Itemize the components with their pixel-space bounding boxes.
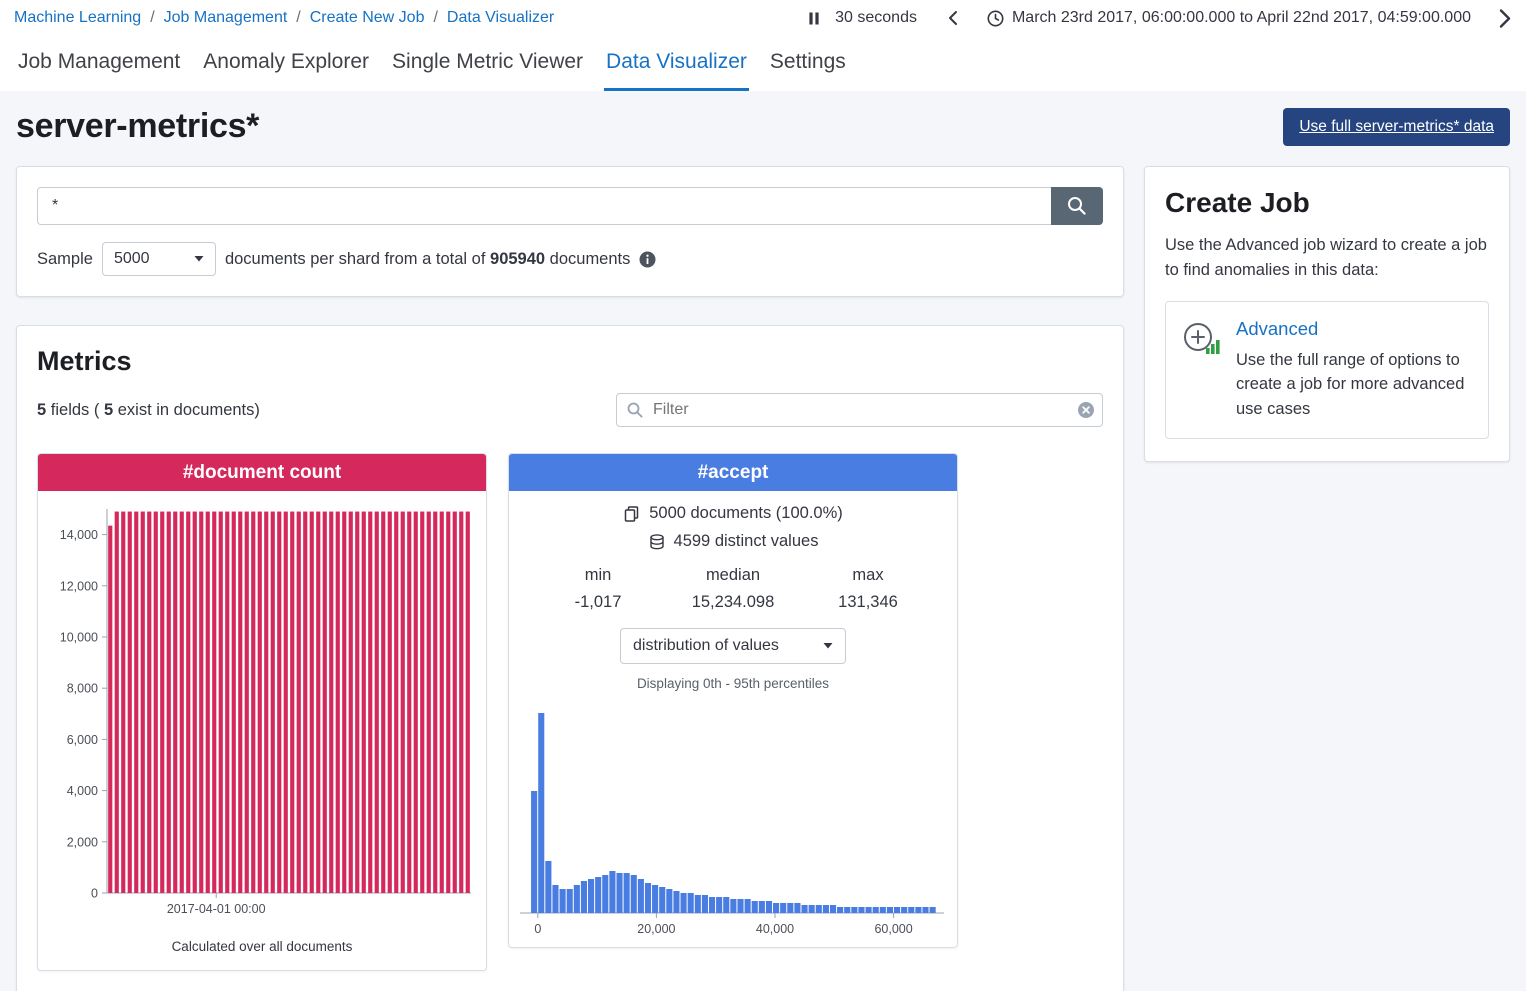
filter-clear-button[interactable] (1077, 401, 1095, 419)
tab-single-metric-viewer[interactable]: Single Metric Viewer (390, 46, 585, 91)
sample-label: Sample (37, 250, 93, 269)
max-value: 131,346 (808, 593, 928, 612)
svg-text:12,000: 12,000 (60, 579, 98, 593)
advanced-description: Use the full range of options to create … (1236, 348, 1474, 422)
pause-icon (807, 11, 821, 26)
distribution-select[interactable]: distribution of values (620, 628, 846, 664)
time-picker-bar: 30 seconds March 23rd 2017, 06:00:00.000… (807, 8, 1512, 29)
svg-text:6,000: 6,000 (67, 733, 98, 747)
accept-header: #accept (509, 454, 957, 491)
refresh-interval-label[interactable]: 30 seconds (835, 9, 917, 27)
accept-distinct-text: 4599 distinct values (674, 532, 819, 551)
sample-description: documents per shard from a total of 9059… (225, 250, 630, 269)
chevron-right-icon (1497, 8, 1512, 29)
svg-text:0: 0 (91, 887, 98, 901)
advanced-job-icon (1180, 318, 1224, 422)
accept-distribution-chart: 0 20,000 40,000 60,000 (512, 697, 954, 947)
exist-count: 5 (104, 401, 113, 419)
metrics-title: Metrics (37, 346, 1103, 377)
tab-bar: Job Management Anomaly Explorer Single M… (0, 36, 1526, 91)
documents-icon (623, 505, 641, 523)
svg-text:10,000: 10,000 (60, 631, 98, 645)
svg-text:14,000: 14,000 (60, 528, 98, 542)
clear-icon (1077, 401, 1095, 419)
svg-text:8,000: 8,000 (67, 682, 98, 696)
tab-job-management[interactable]: Job Management (16, 46, 182, 91)
pause-refresh-button[interactable] (807, 11, 821, 26)
breadcrumb-separator: / (433, 9, 437, 27)
svg-text:20,000: 20,000 (637, 922, 675, 936)
metrics-panel: Metrics 5 fields ( 5 exist in documents) (16, 325, 1124, 991)
metric-card-accept: #accept 5000 documents (100.0%) (508, 453, 958, 948)
search-icon (1066, 195, 1088, 217)
distribution-select-value: distribution of values (633, 637, 779, 655)
sample-size-select[interactable]: 5000 (102, 242, 216, 276)
median-label: median (658, 566, 808, 585)
clock-icon (987, 10, 1004, 27)
breadcrumb-separator: / (150, 9, 154, 27)
accept-stats: min -1,017 median 15,234.098 max 131,346 (509, 566, 957, 612)
create-job-title: Create Job (1165, 187, 1489, 219)
create-job-description: Use the Advanced job wizard to create a … (1165, 233, 1489, 283)
caret-down-icon (823, 643, 833, 649)
document-count-footer: Calculated over all documents (38, 939, 486, 954)
search-panel: Sample 5000 documents per shard from a t… (16, 166, 1124, 297)
page-content: server-metrics* Use full server-metrics*… (0, 91, 1526, 991)
metric-card-document-count: #document count 0 2,000 4,000 6,000 8,000 10,… (37, 453, 487, 971)
sample-size-value: 5000 (114, 250, 150, 268)
advanced-job-card[interactable]: Advanced Use the full range of options t… (1165, 301, 1489, 439)
total-documents-value: 905940 (490, 250, 545, 268)
min-value: -1,017 (538, 593, 658, 612)
filter-search-icon (626, 401, 644, 424)
min-label: min (538, 566, 658, 585)
percentiles-note: Displaying 0th - 95th percentiles (509, 676, 957, 691)
time-forward-button[interactable] (1497, 8, 1512, 29)
filter-input[interactable] (616, 393, 1103, 427)
breadcrumb-link-create-new-job[interactable]: Create New Job (310, 9, 425, 27)
document-count-header: #document count (38, 454, 486, 491)
document-count-chart: 0 2,000 4,000 6,000 8,000 10,000 12,000 14,000 2… (41, 497, 483, 937)
svg-text:0: 0 (534, 922, 541, 936)
tab-settings[interactable]: Settings (768, 46, 848, 91)
sample-text-after: documents (545, 250, 630, 268)
median-value: 15,234.098 (658, 593, 808, 612)
info-icon[interactable] (639, 251, 656, 268)
fields-summary: 5 fields ( 5 exist in documents) (37, 401, 260, 420)
database-icon (648, 533, 666, 551)
field-count: 5 (37, 401, 46, 419)
breadcrumb-link-job-management[interactable]: Job Management (164, 9, 288, 27)
breadcrumb: Machine Learning / Job Management / Crea… (14, 9, 554, 27)
time-back-button[interactable] (947, 10, 959, 26)
svg-text:2017-04-01 00:00: 2017-04-01 00:00 (167, 902, 266, 916)
breadcrumb-separator: / (296, 9, 300, 27)
caret-down-icon (194, 256, 204, 262)
chevron-left-icon (947, 10, 959, 26)
fields-label: fields ( (46, 401, 104, 419)
advanced-link[interactable]: Advanced (1236, 318, 1318, 340)
breadcrumb-link-machine-learning[interactable]: Machine Learning (14, 9, 141, 27)
svg-text:4,000: 4,000 (67, 784, 98, 798)
accept-documents-text: 5000 documents (100.0%) (649, 504, 843, 523)
search-input[interactable] (37, 187, 1051, 225)
svg-text:2,000: 2,000 (67, 835, 98, 849)
filter-field (616, 393, 1103, 427)
time-range-label[interactable]: March 23rd 2017, 06:00:00.000 to April 2… (1012, 9, 1471, 27)
max-label: max (808, 566, 928, 585)
create-job-panel: Create Job Use the Advanced job wizard t… (1144, 166, 1510, 462)
breadcrumb-link-data-visualizer[interactable]: Data Visualizer (447, 9, 554, 27)
svg-text:40,000: 40,000 (756, 922, 794, 936)
tab-anomaly-explorer[interactable]: Anomaly Explorer (201, 46, 371, 91)
search-button[interactable] (1051, 187, 1103, 225)
use-full-data-button[interactable]: Use full server-metrics* data (1283, 108, 1510, 146)
page-title: server-metrics* (16, 107, 259, 146)
svg-text:60,000: 60,000 (874, 922, 912, 936)
top-bar: Machine Learning / Job Management / Crea… (0, 0, 1526, 36)
tab-data-visualizer[interactable]: Data Visualizer (604, 46, 749, 91)
sample-text-before: documents per shard from a total of (225, 250, 490, 268)
exist-label: exist in documents) (113, 401, 260, 419)
